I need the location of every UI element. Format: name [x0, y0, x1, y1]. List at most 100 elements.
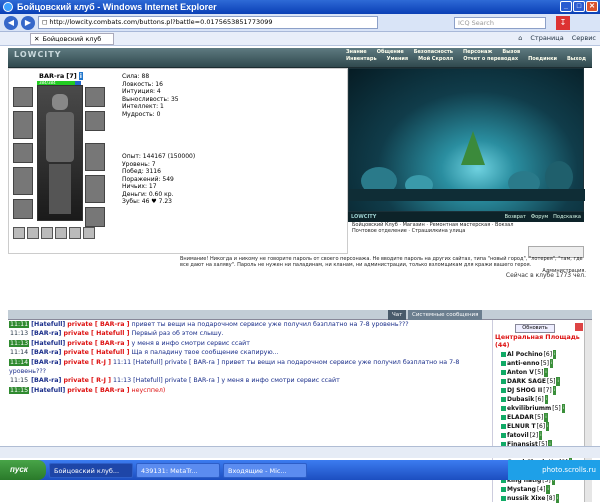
gloves-slot-icon[interactable]: [85, 111, 105, 131]
home-icon[interactable]: ⌂: [518, 34, 522, 42]
menu-scroll[interactable]: Мой Скролл: [418, 56, 453, 62]
search-field[interactable]: ICQ Search: [454, 17, 546, 29]
chat-private-tag[interactable]: private [ R-J ]: [63, 359, 111, 366]
chat-time[interactable]: 11:11: [9, 321, 30, 328]
player-info-icon[interactable]: i: [549, 359, 554, 368]
scene-back-link[interactable]: Возврат: [505, 214, 526, 220]
boots-slot-icon[interactable]: [85, 207, 105, 227]
player-info-icon[interactable]: i: [552, 386, 556, 395]
player-item[interactable]: DJ SHOG II [7] i: [501, 386, 572, 395]
chat-nick[interactable]: [BAR-ra]: [31, 359, 61, 366]
link-scary-street[interactable]: Страшилкина улица: [412, 228, 466, 234]
scene-forum-link[interactable]: Форум: [531, 214, 548, 220]
taskbar-item[interactable]: Бойцовский клуб...: [49, 462, 133, 478]
link-station[interactable]: Вокзал: [495, 222, 513, 228]
shield-slot-icon[interactable]: [85, 143, 105, 171]
chat-time[interactable]: 11:13: [9, 339, 30, 347]
ring-slot-icon[interactable]: [27, 227, 39, 239]
player-info-icon[interactable]: i: [555, 494, 560, 503]
armor-slot-icon[interactable]: [13, 167, 33, 195]
menu-character[interactable]: Персонаж: [463, 49, 492, 55]
ring-slot-icon[interactable]: [13, 227, 25, 239]
player-item[interactable]: DARK SAGE [5] i: [501, 377, 572, 386]
back-button[interactable]: ◀: [4, 15, 18, 30]
menu-transfers[interactable]: Отчет о переводах: [463, 56, 518, 62]
maximize-button[interactable]: □: [573, 1, 585, 12]
start-button[interactable]: пуск: [0, 460, 46, 480]
toolbar-red-icon[interactable]: ↧: [556, 16, 570, 30]
amulet-slot-icon[interactable]: [13, 111, 33, 139]
city-scene-image[interactable]: [348, 68, 585, 212]
chat-private-tag[interactable]: private [ R-J ]: [63, 377, 111, 384]
chat-time[interactable]: 11:14: [9, 358, 30, 366]
minimize-button[interactable]: _: [560, 1, 572, 12]
ring-slot-icon[interactable]: [69, 227, 81, 239]
menu-inventory[interactable]: Инвентарь: [346, 56, 377, 62]
character-name[interactable]: BAR-ra [7] i: [39, 72, 83, 80]
player-name[interactable]: nussik Xixe: [507, 494, 545, 503]
player-name[interactable]: ELNUR T: [507, 422, 536, 431]
tab-chat[interactable]: Чат: [388, 310, 407, 320]
player-info-icon[interactable]: i: [539, 431, 543, 440]
player-info-icon[interactable]: i: [544, 395, 548, 404]
refresh-button[interactable]: Обновить: [515, 324, 555, 333]
pants-slot-icon[interactable]: [85, 175, 105, 203]
taskbar-item[interactable]: 439131: MetaTr...: [136, 462, 220, 478]
player-name[interactable]: ekvilibriumm: [507, 404, 551, 413]
player-item[interactable]: fatovil [2] i: [501, 431, 572, 440]
ring-slot-icon[interactable]: [83, 227, 95, 239]
player-name[interactable]: ELADAR: [507, 413, 534, 422]
player-info-icon[interactable]: i: [546, 422, 550, 431]
player-name[interactable]: Al Pochino: [507, 350, 543, 359]
chat-private-tag[interactable]: private [ BAR-ra ]: [67, 387, 129, 394]
player-info-icon[interactable]: i: [546, 485, 550, 494]
service-menu[interactable]: Сервис: [572, 34, 596, 42]
player-name[interactable]: Dubasik: [507, 395, 534, 404]
ring-slot-icon[interactable]: [41, 227, 53, 239]
chat-time[interactable]: 11:15: [9, 377, 30, 385]
chat-time[interactable]: 11:15: [9, 386, 30, 394]
player-item[interactable]: Al Pochino [6] i: [501, 350, 572, 359]
close-tab-icon[interactable]: ✕: [34, 34, 39, 44]
player-name[interactable]: DJ SHOG II: [507, 386, 542, 395]
chat-nick[interactable]: [BAR-ra]: [31, 349, 61, 356]
menu-exit[interactable]: Выход: [567, 56, 586, 62]
menu-fights[interactable]: Поединки: [528, 56, 557, 62]
menu-call[interactable]: Вызов: [502, 49, 520, 55]
player-item[interactable]: Dubasik [6] i: [501, 395, 572, 404]
player-item[interactable]: ELADAR [5] i: [501, 413, 572, 422]
chat-nick[interactable]: [BAR-ra]: [31, 330, 61, 337]
player-name[interactable]: fatovil: [507, 431, 529, 440]
info-icon[interactable]: i: [78, 72, 83, 80]
menu-chat[interactable]: Общение: [377, 49, 404, 55]
chat-time[interactable]: 11:14: [9, 349, 30, 357]
page-menu[interactable]: Страница: [530, 34, 563, 42]
earring-slot-icon[interactable]: [85, 87, 105, 107]
player-info-icon[interactable]: i: [553, 350, 557, 359]
player-info-icon[interactable]: i: [544, 368, 548, 377]
menu-skills[interactable]: Умения: [387, 56, 409, 62]
belt-slot-icon[interactable]: [13, 199, 33, 219]
forward-button[interactable]: ▶: [21, 15, 35, 30]
ring-slot-icon[interactable]: [55, 227, 67, 239]
helmet-slot-icon[interactable]: [13, 87, 33, 107]
tab-system-messages[interactable]: Системные сообщения: [408, 310, 483, 320]
menu-knowledge[interactable]: Знание: [346, 49, 367, 55]
weapon-slot-icon[interactable]: [13, 143, 33, 163]
chat-time[interactable]: 11:13: [9, 330, 30, 338]
chat-private-tag[interactable]: private [ BAR-ra ]: [67, 340, 129, 347]
player-item[interactable]: anti-enno [5] i: [501, 359, 572, 368]
player-name[interactable]: Anton V: [507, 368, 534, 377]
player-item[interactable]: Mystang [4] i: [501, 485, 572, 494]
player-item[interactable]: nussik Xixe [8] i: [501, 494, 572, 503]
chat-nick[interactable]: [Hatefull]: [31, 340, 65, 347]
taskbar-item[interactable]: Входящие - Mic...: [223, 462, 307, 478]
chat-nick[interactable]: [BAR-ra]: [31, 377, 61, 384]
player-info-icon[interactable]: i: [556, 377, 560, 386]
player-info-icon[interactable]: i: [561, 404, 565, 413]
link-post[interactable]: Почтовое отделение: [352, 228, 407, 234]
chat-nick[interactable]: [Hatefull]: [31, 387, 65, 394]
filter-icon[interactable]: [575, 323, 583, 331]
player-name[interactable]: Mystang: [507, 485, 536, 494]
chat-private-tag[interactable]: private [ BAR-ra ]: [67, 321, 129, 328]
